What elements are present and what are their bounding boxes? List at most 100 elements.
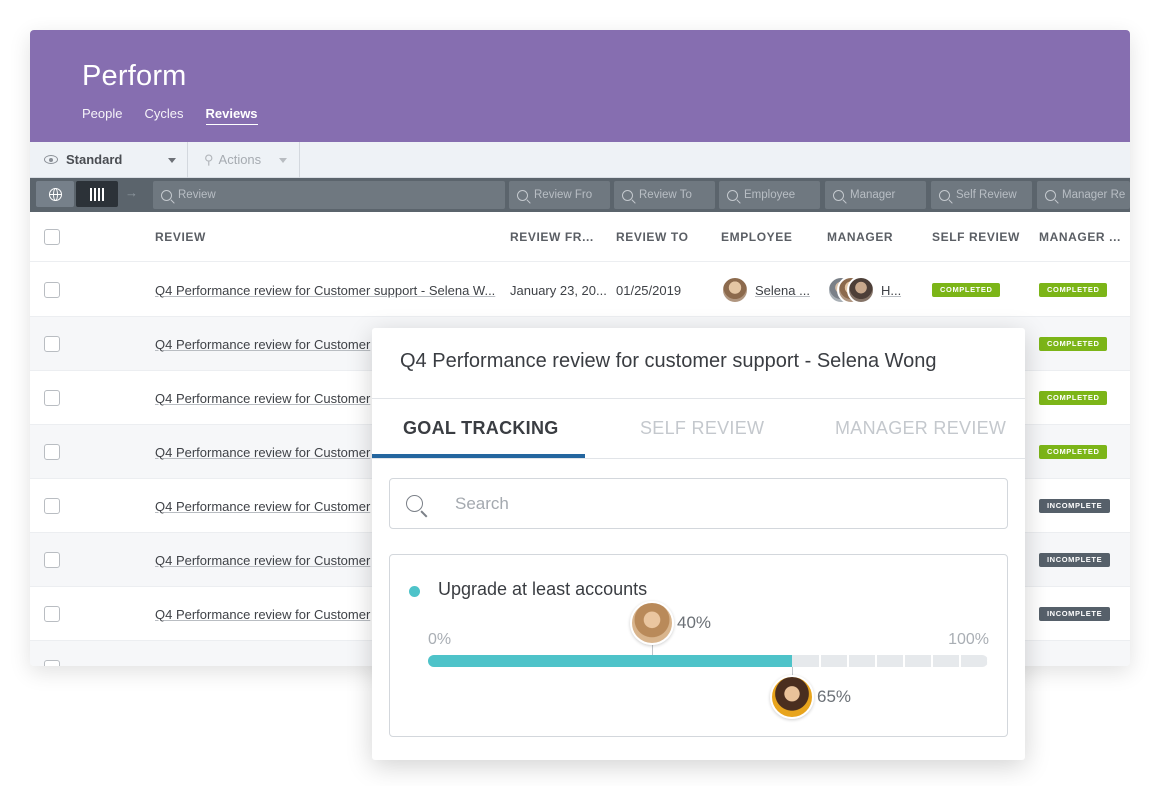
col-review-to[interactable]: REVIEW TO [616, 212, 689, 262]
marker-stem [652, 645, 653, 655]
search-input[interactable] [455, 493, 935, 514]
review-link[interactable]: Q4 Performance review for Customer [155, 391, 370, 406]
globe-icon [48, 187, 62, 201]
col-self-review[interactable]: SELF REVIEW [932, 212, 1020, 262]
globe-button[interactable] [36, 181, 74, 207]
goal-card: Upgrade at least accounts 0% 100% 40% 65… [389, 554, 1008, 737]
row-checkbox[interactable] [44, 425, 60, 479]
filter-review-to[interactable]: Review To [614, 181, 715, 209]
avatar [721, 276, 749, 304]
arrow-right-icon: → [125, 185, 138, 200]
row-checkbox[interactable] [44, 641, 60, 666]
progress-tick [987, 655, 988, 667]
active-tab-indicator [372, 454, 585, 458]
brand-title: Perform [82, 60, 187, 92]
progress-tick [959, 655, 961, 667]
filter-manager-review[interactable]: Manager Re [1037, 181, 1130, 209]
filter-bar: → Review Review Fro Review To Employee M… [30, 178, 1130, 212]
select-all-checkbox[interactable] [44, 212, 60, 262]
review-link[interactable]: Q4 Performance review for Customer [155, 337, 370, 352]
review-link[interactable]: Q4 Performance review for Customer suppo… [155, 283, 495, 298]
col-manager[interactable]: MANAGER [827, 212, 893, 262]
col-review[interactable]: REVIEW [155, 212, 206, 262]
filter-review-from[interactable]: Review Fro [509, 181, 610, 209]
chevron-down-icon [279, 157, 287, 163]
progress-tick [903, 655, 905, 667]
actions-menu[interactable]: ⚲ Actions [188, 141, 300, 178]
row-checkbox[interactable] [44, 587, 60, 641]
review-link[interactable]: Q4 Performance review for Customer [155, 553, 370, 568]
review-to: 01/25/2019 [616, 282, 682, 298]
employee-cell[interactable]: Selena ... [721, 263, 810, 317]
eye-icon [44, 155, 58, 164]
search-icon [406, 495, 423, 512]
filter-review[interactable]: Review [153, 181, 505, 209]
view-selector[interactable]: Standard [30, 141, 188, 178]
col-review-from[interactable]: REVIEW FR... [510, 212, 594, 262]
nav-cycles[interactable]: Cycles [144, 106, 183, 125]
actions-label: Actions [218, 152, 262, 167]
search-icon [517, 189, 528, 201]
panel-tabs: GOAL TRACKING SELF REVIEW MANAGER REVIEW [372, 399, 1025, 459]
top-nav: People Cycles Reviews [82, 106, 1078, 125]
app-header: Perform People Cycles Reviews [30, 30, 1130, 142]
nav-people[interactable]: People [82, 106, 122, 125]
manager-cell[interactable]: H... [827, 263, 901, 317]
review-detail-panel: Q4 Performance review for customer suppo… [372, 328, 1025, 760]
progress-bar [428, 655, 988, 667]
status-badge: COMPLETED [1039, 445, 1108, 459]
search-icon [1045, 189, 1056, 201]
search-icon [939, 189, 950, 201]
filter-employee[interactable]: Employee [719, 181, 820, 209]
marker-label: 65% [817, 687, 852, 706]
row-checkbox[interactable] [44, 479, 60, 533]
search-icon [833, 189, 844, 201]
status-badge: COMPLETED [932, 283, 1001, 297]
progress-fill [428, 655, 792, 667]
nav-reviews[interactable]: Reviews [205, 106, 258, 125]
toolbar: Standard ⚲ Actions [30, 141, 1130, 178]
filter-self-review[interactable]: Self Review [931, 181, 1032, 209]
table-row[interactable]: Q4 Performance review for Customer suppo… [30, 263, 1130, 317]
status-badge: COMPLETED [1039, 337, 1108, 351]
tab-self-review[interactable]: SELF REVIEW [640, 399, 764, 458]
search-icon [622, 189, 633, 201]
manager-link[interactable]: H... [881, 283, 901, 298]
chevron-down-icon [168, 157, 176, 163]
progress-tick [931, 655, 933, 667]
run-icon: ⚲ [204, 151, 214, 167]
col-manager-review[interactable]: MANAGER ... [1039, 212, 1121, 262]
review-link[interactable]: Q4 Performance review for Customer [155, 499, 370, 514]
search-icon [161, 189, 172, 201]
tab-goal-tracking[interactable]: GOAL TRACKING [403, 399, 559, 458]
marker-label: 40% [677, 613, 712, 632]
avatar [630, 601, 674, 645]
progress-tick [819, 655, 821, 667]
view-label: Standard [66, 152, 123, 167]
progress-tick [875, 655, 877, 667]
panel-title: Q4 Performance review for customer suppo… [400, 350, 937, 372]
status-badge: INCOMPLETE [1039, 553, 1111, 567]
status-badge: INCOMPLETE [1039, 607, 1111, 621]
avatar [847, 276, 875, 304]
employee-link[interactable]: Selena ... [755, 283, 810, 298]
review-link[interactable]: Q4 Performance review for Customer [155, 607, 370, 622]
status-badge: INCOMPLETE [1039, 499, 1111, 513]
progress-marker-manager[interactable]: 40% [630, 601, 711, 645]
row-checkbox[interactable] [44, 533, 60, 587]
col-employee[interactable]: EMPLOYEE [721, 212, 792, 262]
row-checkbox[interactable] [44, 263, 60, 317]
row-checkbox[interactable] [44, 317, 60, 371]
progress-marker-employee[interactable]: 65% [770, 675, 851, 719]
table-header: REVIEW REVIEW FR... REVIEW TO EMPLOYEE M… [30, 212, 1130, 262]
status-dot [409, 586, 420, 597]
filter-manager[interactable]: Manager [825, 181, 926, 209]
review-link[interactable]: Q4 Performance review for Customer [155, 445, 370, 460]
status-badge: COMPLETED [1039, 391, 1108, 405]
goal-search[interactable] [389, 478, 1008, 529]
row-checkbox[interactable] [44, 371, 60, 425]
review-from: January 23, 20... [510, 282, 607, 298]
columns-button[interactable] [76, 181, 118, 207]
tab-manager-review[interactable]: MANAGER REVIEW [835, 399, 1006, 458]
progress-max-label: 100% [948, 631, 989, 648]
